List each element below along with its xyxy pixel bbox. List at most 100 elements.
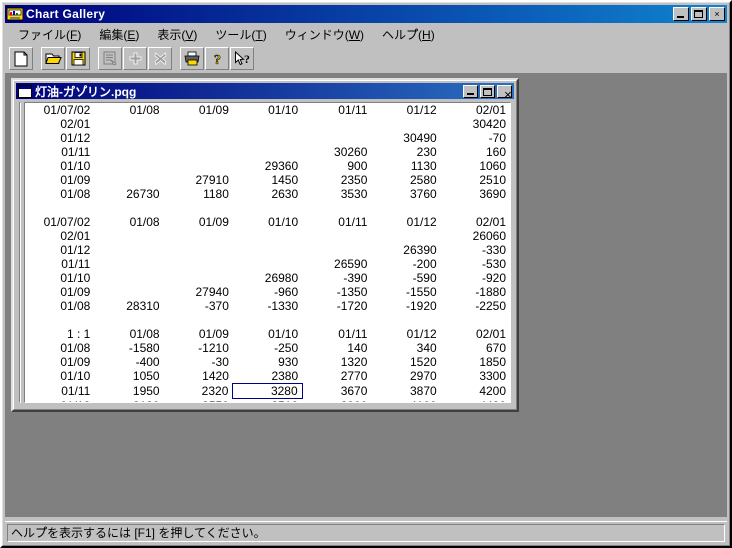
print-button[interactable] xyxy=(180,47,204,70)
chart-pane[interactable]: 260002800030000891011121 xyxy=(19,102,21,403)
grid-cell[interactable] xyxy=(94,173,163,187)
grid-cell[interactable]: -920 xyxy=(441,271,510,285)
grid-cell[interactable]: -1880 xyxy=(441,285,510,299)
grid-cell[interactable] xyxy=(164,257,233,271)
grid-row-label[interactable]: 01/11 xyxy=(25,145,94,159)
grid-cell[interactable] xyxy=(233,229,302,243)
grid-cell[interactable] xyxy=(94,229,163,243)
grid-header-cell[interactable]: 01/09 xyxy=(164,103,233,117)
grid-cell[interactable] xyxy=(302,243,371,257)
grid-row-label[interactable]: 01/10 xyxy=(25,271,94,285)
grid-cell[interactable]: 2180 xyxy=(94,399,163,404)
grid-cell[interactable]: 1180 xyxy=(164,187,233,201)
grid-cell[interactable]: 1130 xyxy=(371,159,440,173)
grid-cell[interactable] xyxy=(302,117,371,131)
menu-help[interactable]: ヘルプ゚(H) xyxy=(373,24,444,45)
grid-cell[interactable] xyxy=(94,257,163,271)
grid-cell[interactable] xyxy=(233,257,302,271)
grid-row-label[interactable]: 02/01 xyxy=(25,229,94,243)
grid-row-label[interactable]: 01/08 xyxy=(25,299,94,313)
grid-cell[interactable]: 3690 xyxy=(441,187,510,201)
new-file-button[interactable] xyxy=(9,47,33,70)
grid-header-cell[interactable]: 01/09 xyxy=(164,327,233,341)
grid-cell[interactable]: 1950 xyxy=(94,384,163,399)
grid-row-label[interactable]: 01/09 xyxy=(25,355,94,369)
grid-cell[interactable]: 26590 xyxy=(302,257,371,271)
grid-header-cell[interactable]: 01/10 xyxy=(233,103,302,117)
grid-row-label[interactable]: 01/08 xyxy=(25,187,94,201)
grid-cell[interactable]: -370 xyxy=(164,299,233,313)
grid-cell[interactable]: 2510 xyxy=(441,173,510,187)
grid-row-label[interactable]: 01/11 xyxy=(25,257,94,271)
properties-button[interactable] xyxy=(98,47,122,70)
grid-row-label[interactable]: 01/12 xyxy=(25,243,94,257)
grid-cell[interactable]: 900 xyxy=(302,159,371,173)
grid-cell[interactable]: 340 xyxy=(371,341,440,355)
grid-cell[interactable]: 30260 xyxy=(302,145,371,159)
grid-cell[interactable]: 4200 xyxy=(441,384,510,399)
grid-cell[interactable] xyxy=(164,243,233,257)
grid-cell[interactable]: -330 xyxy=(441,243,510,257)
grid-cell[interactable]: 2970 xyxy=(371,369,440,384)
grid-cell[interactable] xyxy=(94,285,163,299)
grid-cell[interactable]: 30420 xyxy=(441,117,510,131)
grid-cell[interactable]: -200 xyxy=(371,257,440,271)
save-file-button[interactable] xyxy=(66,47,90,70)
grid-cell[interactable]: 26980 xyxy=(233,271,302,285)
grid-cell[interactable]: 1850 xyxy=(441,355,510,369)
grid-header-cell[interactable]: 01/12 xyxy=(371,215,440,229)
grid-cell[interactable]: -960 xyxy=(233,285,302,299)
grid-cell[interactable]: 2550 xyxy=(164,399,233,404)
maximize-button[interactable] xyxy=(691,7,707,21)
grid-cell[interactable]: 26390 xyxy=(371,243,440,257)
grid-cell[interactable]: -1210 xyxy=(164,341,233,355)
grid-cell[interactable]: 1050 xyxy=(94,369,163,384)
grid-cell[interactable]: 140 xyxy=(302,341,371,355)
grid-cell[interactable]: 3870 xyxy=(371,384,440,399)
grid-cell[interactable]: -2250 xyxy=(441,299,510,313)
grid-cell[interactable]: -250 xyxy=(233,341,302,355)
grid-header-cell[interactable]: 01/08 xyxy=(94,215,163,229)
context-help-button[interactable]: ? xyxy=(230,47,254,70)
grid-cell[interactable]: 2630 xyxy=(233,187,302,201)
grid-cell[interactable]: 3510 xyxy=(233,399,302,404)
grid-cell[interactable]: 3760 xyxy=(371,187,440,201)
grid-cell[interactable] xyxy=(371,117,440,131)
minimize-button[interactable] xyxy=(673,7,689,21)
grid-cell[interactable]: 670 xyxy=(441,341,510,355)
grid-cell[interactable]: 930 xyxy=(233,355,302,369)
grid-cell[interactable]: 230 xyxy=(371,145,440,159)
grid-cell[interactable]: -1920 xyxy=(371,299,440,313)
grid-cell[interactable]: 29360 xyxy=(233,159,302,173)
grid-cell[interactable] xyxy=(164,159,233,173)
document-maximize-button[interactable] xyxy=(480,85,495,98)
grid-cell[interactable]: 27910 xyxy=(164,173,233,187)
grid-row-label[interactable]: 01/08 xyxy=(25,341,94,355)
grid-cell[interactable]: 2320 xyxy=(164,384,233,399)
open-file-button[interactable] xyxy=(41,47,65,70)
grid-cell[interactable]: -30 xyxy=(164,355,233,369)
grid-cell[interactable] xyxy=(233,117,302,131)
grid-cell[interactable] xyxy=(164,117,233,131)
grid-cell[interactable]: -1550 xyxy=(371,285,440,299)
grid-header-cell[interactable]: 01/11 xyxy=(302,103,371,117)
document-minimize-button[interactable] xyxy=(463,85,478,98)
grid-row-label[interactable]: 01/09 xyxy=(25,285,94,299)
grid-cell[interactable]: 28310 xyxy=(94,299,163,313)
grid-cell[interactable]: 2770 xyxy=(302,369,371,384)
grid-row-label[interactable]: 01/12 xyxy=(25,399,94,404)
grid-cell[interactable]: 2580 xyxy=(371,173,440,187)
main-titlebar[interactable]: Chart Gallery × xyxy=(5,5,727,23)
grid-cell[interactable]: 2380 xyxy=(233,369,302,384)
document-close-button[interactable]: × xyxy=(497,85,512,98)
grid-row-label[interactable]: 02/01 xyxy=(25,117,94,131)
grid-cell[interactable] xyxy=(233,145,302,159)
grid-header-cell[interactable]: 02/01 xyxy=(441,327,510,341)
grid-cell[interactable] xyxy=(94,131,163,145)
grid-row-label[interactable]: 01/09 xyxy=(25,173,94,187)
grid-header-cell[interactable]: 01/11 xyxy=(302,327,371,341)
grid-cell[interactable]: 30490 xyxy=(371,131,440,145)
document-titlebar[interactable]: 灯油-カ゚ソ゚リン.pqg × xyxy=(16,83,514,99)
grid-cell[interactable] xyxy=(94,159,163,173)
grid-header-cell[interactable]: 01/07/02 xyxy=(25,103,94,117)
